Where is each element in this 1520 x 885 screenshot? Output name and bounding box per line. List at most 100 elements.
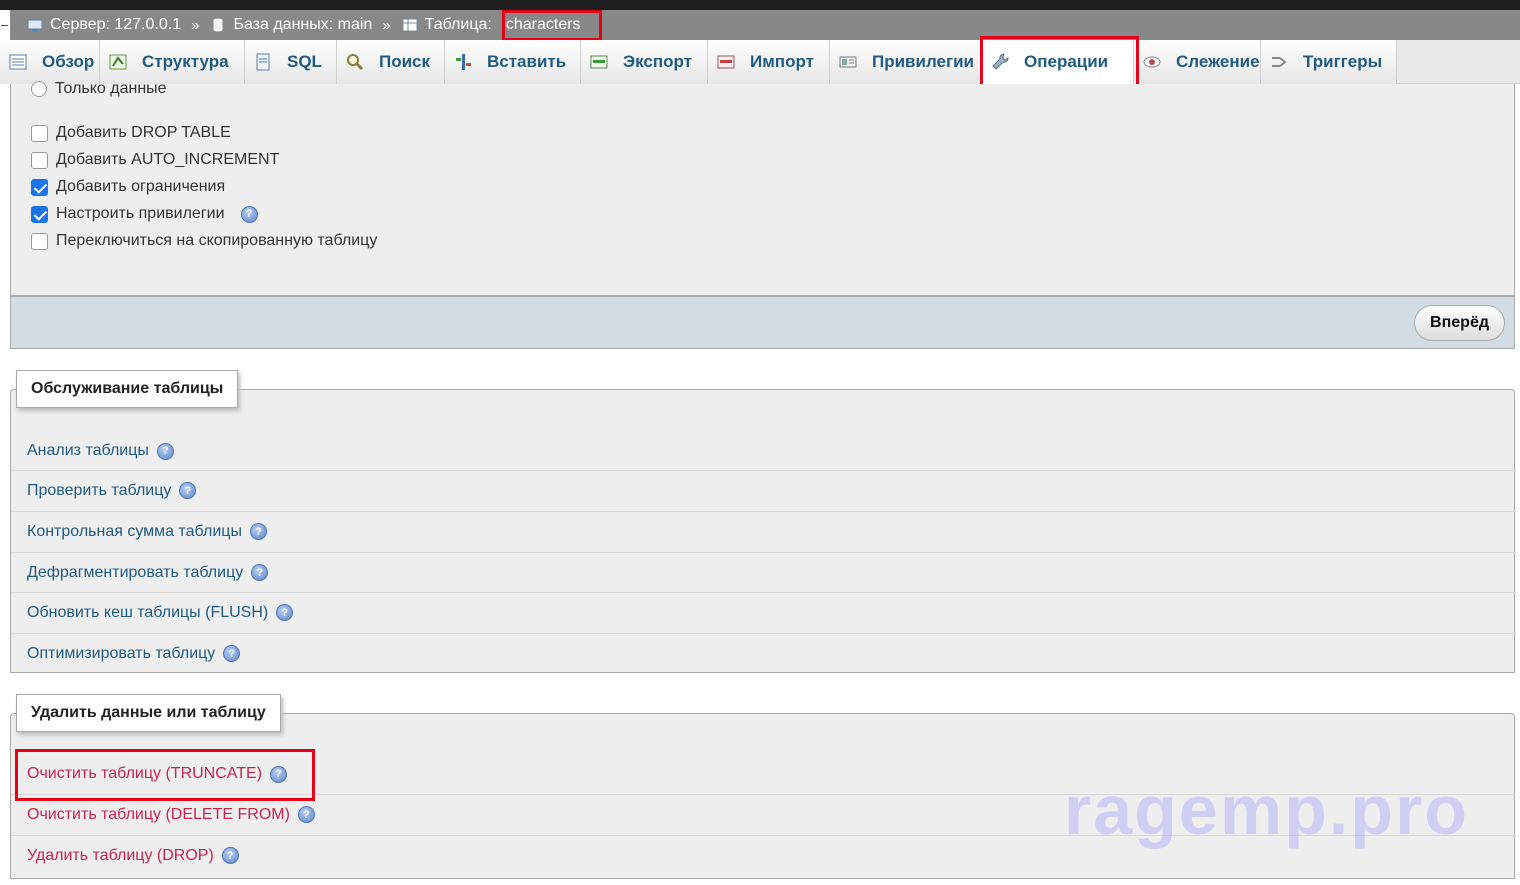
maintenance-legend: Обслуживание таблицы (16, 370, 239, 408)
help-icon[interactable]: ? (297, 806, 315, 823)
delete-from-table-link[interactable]: Очистить таблицу (DELETE FROM) (27, 806, 290, 824)
option-label: Добавить DROP TABLE (56, 124, 231, 141)
tab-structure[interactable]: Структура (100, 40, 245, 84)
help-icon[interactable]: ? (156, 442, 174, 460)
tab-label: Структура (142, 52, 229, 71)
tab-privileges[interactable]: Привилегии (830, 40, 982, 84)
checkbox[interactable] (31, 124, 48, 142)
checksum-table-link[interactable]: Контрольная сумма таблицы (27, 523, 242, 541)
breadcrumb-separator: » (382, 16, 391, 34)
list-item[interactable]: Анализ таблицы ? (11, 431, 1516, 471)
truncate-table-link[interactable]: Очистить таблицу (TRUNCATE) (27, 765, 262, 783)
delete-legend: Удалить данные или таблицу (16, 694, 281, 732)
triggers-icon (1269, 52, 1289, 72)
checkbox[interactable] (31, 178, 48, 196)
tab-triggers[interactable]: Триггеры (1261, 40, 1397, 84)
defragment-table-link[interactable]: Дефрагментировать таблицу (27, 564, 243, 582)
breadcrumb-server[interactable]: Сервер: 127.0.0.1 (26, 16, 181, 34)
tab-search[interactable]: Поиск (337, 40, 445, 84)
sql-icon (253, 52, 273, 72)
export-icon (589, 52, 609, 72)
tab-sql[interactable]: SQL (245, 40, 337, 84)
breadcrumb-table[interactable]: Таблица: characters (401, 14, 587, 36)
analyze-table-link[interactable]: Анализ таблицы (27, 442, 149, 460)
help-icon[interactable]: ? (179, 482, 197, 499)
breadcrumb-separator: » (191, 16, 200, 34)
option-label: Добавить ограничения (56, 178, 226, 195)
breadcrumb: – Сервер: 127.0.0.1 » База данных: main … (0, 10, 1520, 40)
list-item[interactable]: Очистить таблицу (TRUNCATE) ? (11, 754, 1516, 794)
radio-button[interactable] (31, 81, 47, 97)
list-item[interactable]: Дефрагментировать таблицу ? (11, 552, 1516, 592)
window-top-bar (0, 0, 1520, 10)
structure-icon (108, 52, 128, 72)
form-footer: Вперёд (10, 296, 1515, 349)
breadcrumb-server-label: Сервер: 127.0.0.1 (50, 16, 182, 33)
tab-label: Операции (1024, 52, 1109, 71)
tab-label: Импорт (750, 52, 814, 71)
tab-browse[interactable]: Обзор (0, 40, 100, 84)
tab-label: SQL (287, 52, 322, 71)
tab-label: Экспорт (623, 52, 692, 71)
check-table-link[interactable]: Проверить таблицу (27, 482, 171, 500)
list-item[interactable]: Удалить таблицу (DROP) ? (11, 835, 1516, 875)
option-label: Переключиться на скопированную таблицу (56, 232, 378, 249)
option-auto-increment[interactable]: Добавить AUTO_INCREMENT (31, 151, 279, 169)
privileges-icon (838, 52, 858, 72)
help-icon[interactable]: ? (221, 847, 239, 864)
maintenance-fieldset: Анализ таблицы ? Проверить таблицу ? Кон… (10, 389, 1516, 673)
help-icon[interactable]: ? (270, 765, 288, 783)
table-icon (401, 16, 419, 34)
option-privileges[interactable]: Настроить привилегии ? (31, 205, 258, 223)
import-icon (716, 52, 736, 72)
tab-bar: Обзор Структура SQL Поиск Вставить Экспо… (0, 40, 1520, 84)
delete-fieldset: Очистить таблицу (TRUNCATE) ? Очистить т… (10, 713, 1516, 879)
tab-label: Привилегии (872, 52, 974, 71)
tab-operations[interactable]: Операции (982, 40, 1134, 84)
tab-label: Слежение (1176, 52, 1260, 71)
checkbox[interactable] (31, 232, 48, 250)
list-item[interactable]: Обновить кеш таблицы (FLUSH) ? (11, 592, 1516, 632)
search-icon (345, 52, 365, 72)
tab-import[interactable]: Импорт (708, 40, 830, 84)
list-item[interactable]: Контрольная сумма таблицы ? (11, 511, 1516, 551)
checkbox[interactable] (31, 151, 48, 169)
database-icon (209, 16, 227, 34)
breadcrumb-table-label: Таблица: (424, 16, 492, 33)
help-icon[interactable]: ? (251, 564, 269, 581)
eye-icon (1142, 52, 1162, 72)
list-item[interactable]: Проверить таблицу ? (11, 470, 1516, 510)
tab-label: Обзор (42, 52, 95, 71)
tab-tracking[interactable]: Слежение (1134, 40, 1261, 84)
help-icon[interactable]: ? (240, 205, 258, 223)
insert-icon (453, 52, 473, 72)
help-icon[interactable]: ? (223, 645, 241, 662)
option-label: Добавить AUTO_INCREMENT (56, 151, 280, 168)
breadcrumb-database-label: База данных: main (233, 16, 373, 33)
go-button[interactable]: Вперёд (1414, 305, 1505, 341)
breadcrumb-table-name[interactable]: characters (500, 14, 587, 36)
collapse-handle[interactable]: – (0, 10, 10, 40)
optimize-table-link[interactable]: Оптимизировать таблицу (27, 645, 215, 663)
server-icon (26, 16, 44, 34)
breadcrumb-database[interactable]: База данных: main (209, 16, 372, 34)
list-item[interactable]: Очистить таблицу (DELETE FROM) ? (11, 794, 1516, 834)
radio-label: Только данные (55, 80, 167, 97)
help-icon[interactable]: ? (249, 523, 267, 540)
tab-insert[interactable]: Вставить (445, 40, 581, 84)
drop-table-link[interactable]: Удалить таблицу (DROP) (27, 847, 214, 865)
tab-label: Триггеры (1303, 52, 1383, 71)
list-item[interactable]: Оптимизировать таблицу ? (11, 633, 1516, 673)
tab-label: Вставить (487, 52, 567, 71)
help-icon[interactable]: ? (276, 604, 294, 621)
wrench-icon (990, 52, 1010, 72)
tab-export[interactable]: Экспорт (581, 40, 708, 84)
browse-icon (8, 52, 28, 72)
option-switch-table[interactable]: Переключиться на скопированную таблицу (31, 232, 377, 250)
option-drop-table[interactable]: Добавить DROP TABLE (31, 124, 231, 142)
flush-table-link[interactable]: Обновить кеш таблицы (FLUSH) (27, 604, 268, 622)
option-constraints[interactable]: Добавить ограничения (31, 178, 225, 196)
copy-options-panel: Только данные Добавить DROP TABLE Добави… (10, 80, 1515, 296)
radio-data-only[interactable]: Только данные (31, 80, 167, 98)
checkbox[interactable] (31, 205, 48, 223)
